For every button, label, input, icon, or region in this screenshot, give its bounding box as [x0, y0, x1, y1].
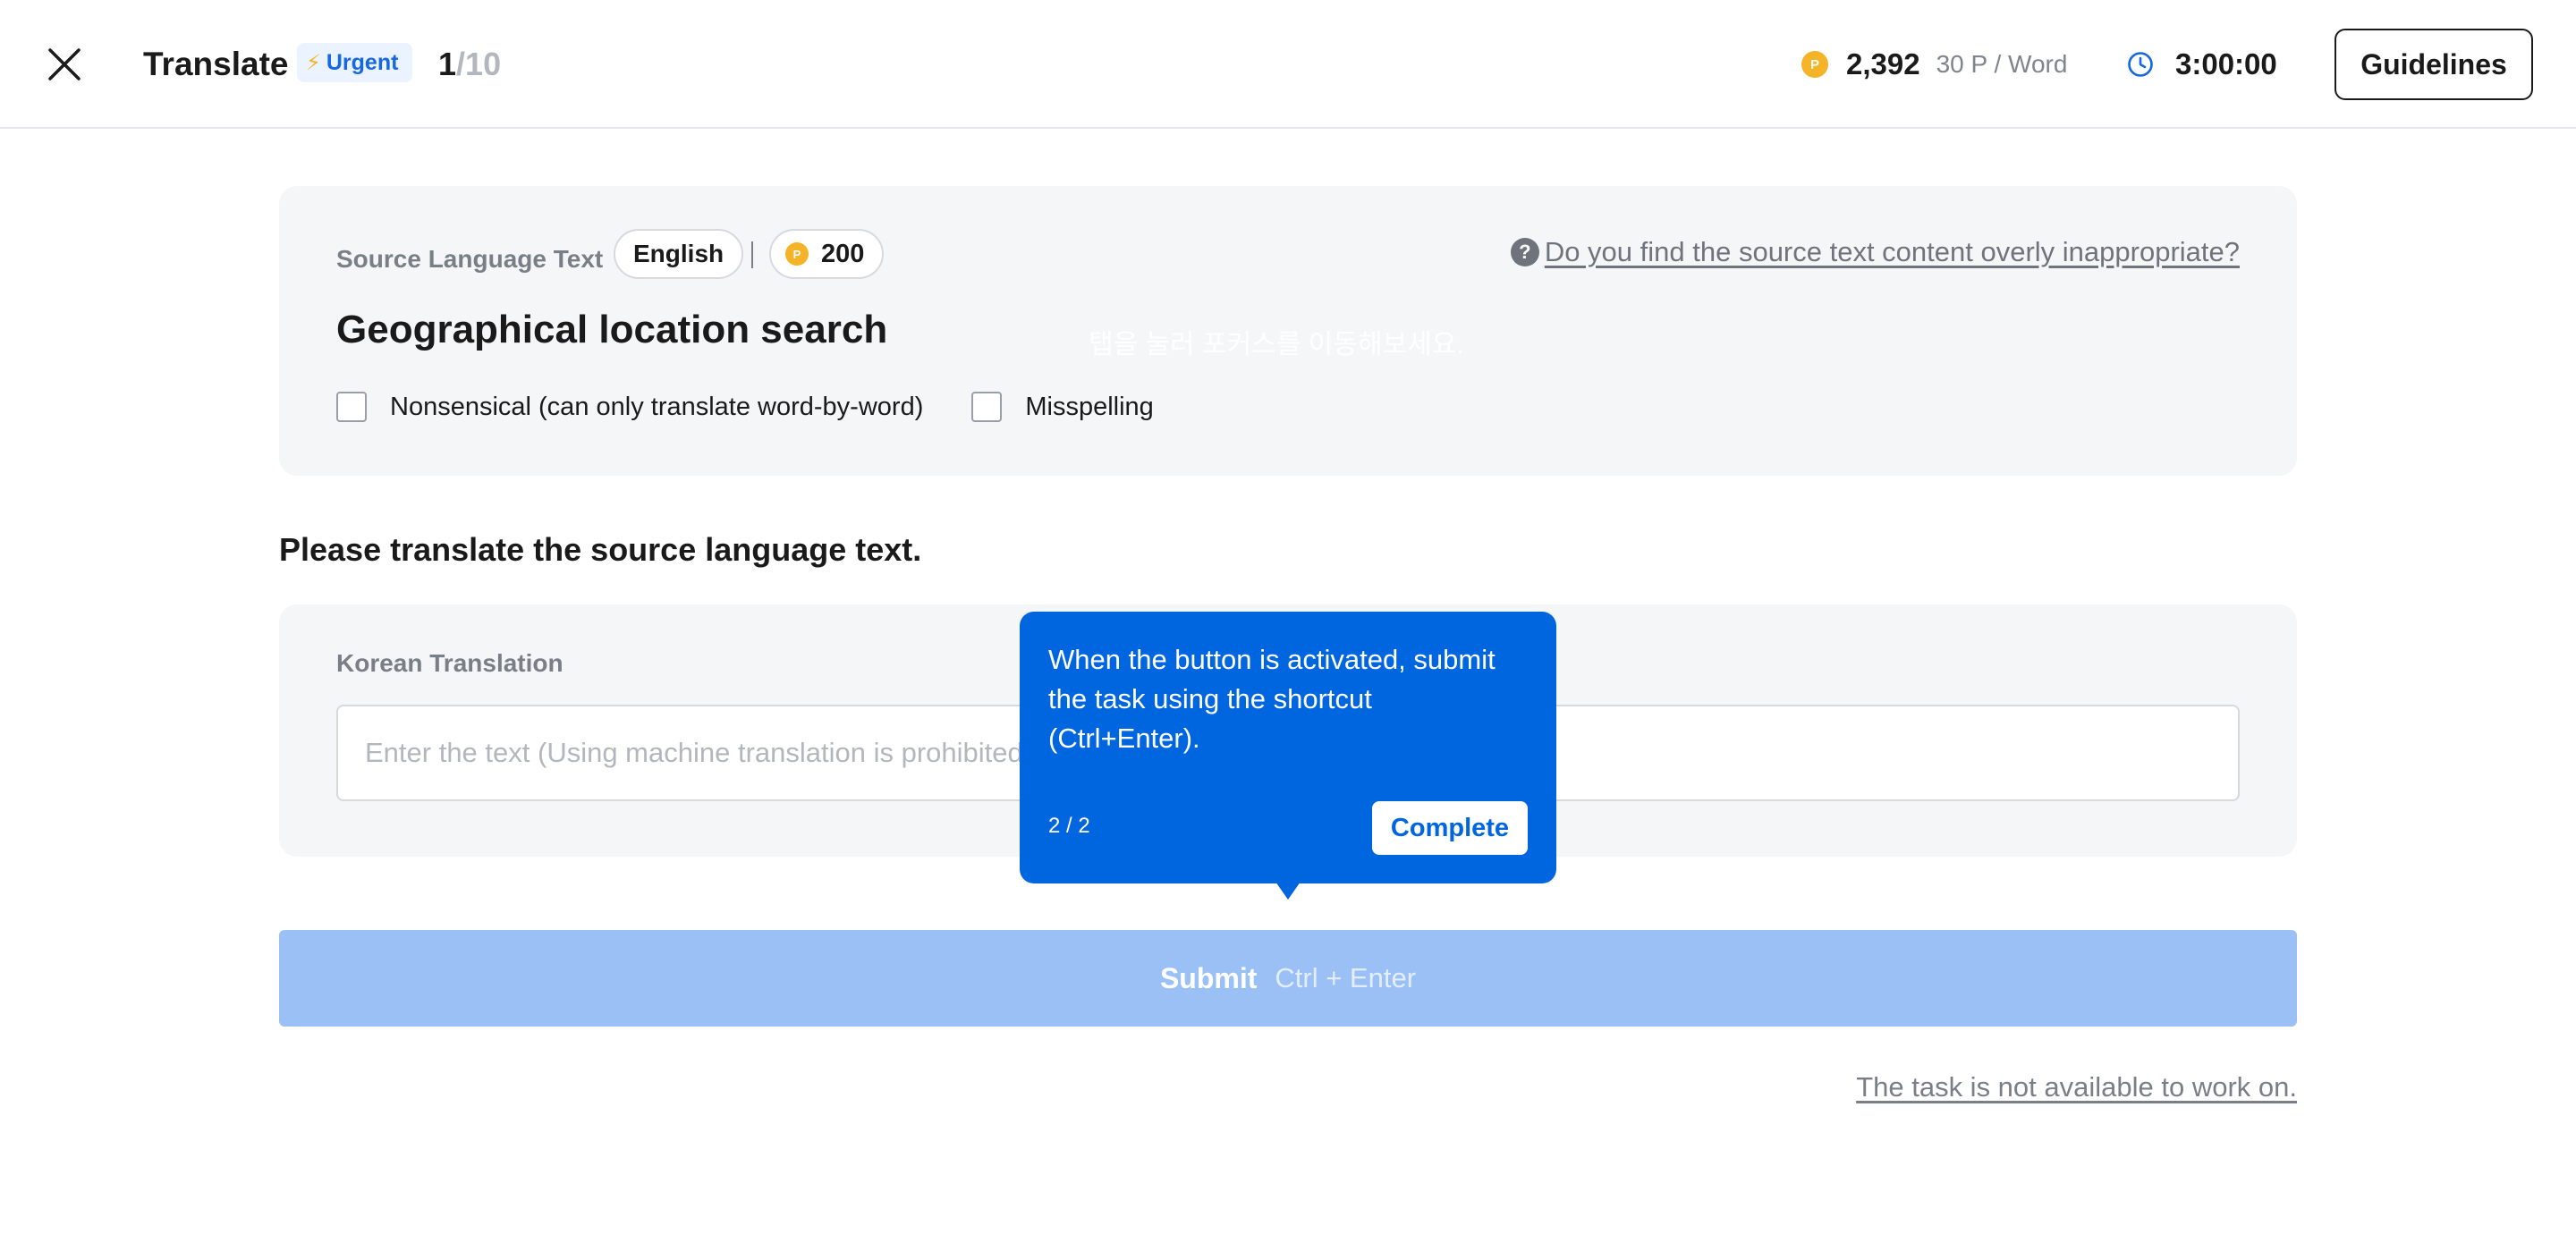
check-nonsensical[interactable]: Nonsensical (can only translate word-by-… — [336, 392, 923, 422]
timer-value: 3:00:00 — [2175, 47, 2277, 80]
reward-points: 200 — [821, 239, 865, 268]
question-icon: ? — [1510, 238, 1539, 266]
submit-shortcut: Ctrl + Enter — [1275, 962, 1417, 993]
report-inappropriate-link[interactable]: ? Do you find the source text content ov… — [1510, 236, 2240, 268]
task-unavailable-link[interactable]: The task is not available to work on. — [1856, 1071, 2297, 1103]
checkbox[interactable] — [971, 392, 1003, 422]
source-text: Geographical location search — [336, 308, 888, 351]
page-title: Translate — [143, 46, 289, 82]
urgent-label: Urgent — [326, 49, 399, 75]
lightning-icon: ⚡ — [306, 50, 321, 75]
coin-icon: P — [785, 242, 809, 266]
points-value: 2,392 — [1846, 47, 1920, 80]
tooltip-arrow — [1275, 882, 1301, 900]
points-summary: P 2,392 30 P / Word — [1801, 45, 2067, 84]
top-bar: Translate ⚡ Urgent 1/10 P 2,392 30 P / W… — [0, 0, 2576, 129]
submit-label: Submit — [1159, 961, 1258, 994]
report-link-text: Do you find the source text content over… — [1544, 236, 2240, 267]
check-misspelling[interactable]: Misspelling — [971, 392, 1154, 422]
close-icon[interactable] — [43, 43, 86, 86]
source-panel: Source Language Text English P 200 ? Do … — [279, 186, 2297, 476]
clock-icon — [2127, 51, 2154, 78]
translation-label: Korean Translation — [336, 649, 564, 677]
checkbox[interactable] — [336, 392, 367, 422]
language-chip: English — [614, 229, 744, 279]
checkbox-label: Nonsensical (can only translate word-by-… — [390, 392, 924, 421]
coin-icon: P — [1801, 51, 1828, 78]
submit-button[interactable]: Submit Ctrl + Enter — [279, 930, 2297, 1027]
timer: 3:00:00 — [2127, 45, 2277, 84]
chip-divider — [751, 241, 753, 268]
points-rate: 30 P / Word — [1936, 50, 2068, 78]
task-progress: 1/10 — [438, 43, 501, 86]
complete-button[interactable]: Complete — [1372, 801, 1528, 855]
focus-hint: 탭을 눌러 포커스를 이동해보세요. — [1089, 330, 1464, 359]
progress-separator: / — [456, 46, 466, 82]
progress-total: 10 — [465, 46, 502, 82]
onboarding-tooltip: When the button is activated, submit the… — [1020, 612, 1556, 883]
guidelines-button[interactable]: Guidelines — [2334, 29, 2533, 100]
reward-chip: P 200 — [769, 229, 885, 279]
source-label: Source Language Text — [336, 245, 604, 273]
issue-checkboxes: Nonsensical (can only translate word-by-… — [336, 392, 1202, 422]
progress-current: 1 — [438, 46, 457, 82]
tooltip-step: 2 / 2 — [1048, 814, 1090, 838]
instruction-heading: Please translate the source language tex… — [279, 531, 922, 568]
tooltip-text: When the button is activated, submit the… — [1048, 644, 1496, 754]
urgent-badge: ⚡ Urgent — [297, 43, 413, 82]
checkbox-label: Misspelling — [1025, 392, 1154, 421]
